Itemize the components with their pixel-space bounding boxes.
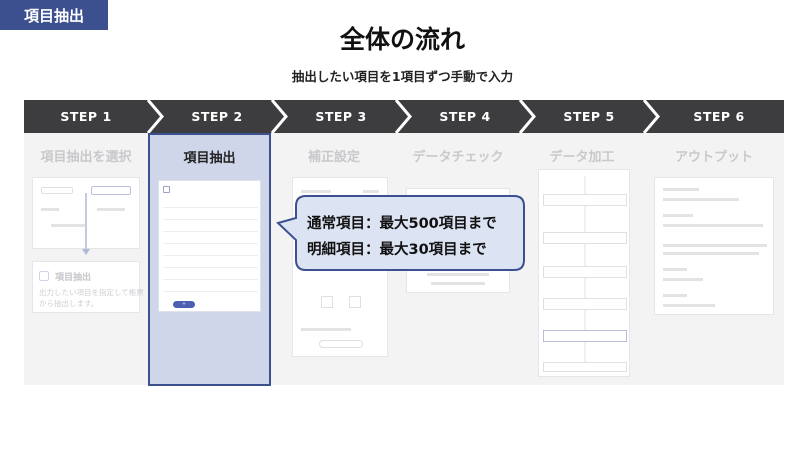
step-label-4: STEP 4 <box>439 109 491 124</box>
steps-bar: STEP 1 STEP 2 STEP 3 STEP 4 STEP 5 STEP … <box>24 100 784 133</box>
column-heading-2: 項目抽出 <box>183 151 236 166</box>
step-label-2: STEP 2 <box>191 109 243 124</box>
step-label-5: STEP 5 <box>563 109 615 124</box>
step1-card: 項目抽出 出力したい項目を指定して帳票 から抽出します。 <box>32 261 144 313</box>
callout-line-1: 通常項目：最大500項目まで <box>307 216 497 232</box>
column-step-1: 項目抽出を選択 項目抽出 出力したい項目を指定して帳票 から抽出します。 <box>24 133 148 385</box>
column-heading-4: データチェック <box>412 150 504 165</box>
step-label-1: STEP 1 <box>60 109 112 124</box>
page-subtitle: 抽出したい項目を1項目ずつ手動で入力 <box>291 69 514 84</box>
step1-card-desc-2: から抽出します。 <box>39 299 99 308</box>
add-item-button-preview: + <box>173 301 195 308</box>
step1-card-title: 項目抽出 <box>55 273 92 283</box>
column-step-5: データ加工 <box>520 133 644 385</box>
column-heading-3: 補正設定 <box>307 150 360 165</box>
callout-shape <box>276 195 525 271</box>
step1-card-desc-1: 出力したい項目を指定して帳票 <box>39 288 144 297</box>
extract-icon <box>163 186 170 193</box>
column-heading-6: アウトプット <box>674 150 753 165</box>
extract-icon <box>39 271 49 281</box>
step-label-6: STEP 6 <box>693 109 745 124</box>
step2-screen-preview: + <box>158 180 261 312</box>
column-heading-5: データ加工 <box>549 150 615 165</box>
column-step-6: アウトプット <box>644 133 784 385</box>
step5-screen-preview <box>538 169 630 377</box>
callout-bubble: 通常項目：最大500項目まで 明細項目：最大30項目まで <box>276 194 526 272</box>
callout-line-2: 明細項目：最大30項目まで <box>307 242 487 258</box>
step-label-3: STEP 3 <box>315 109 367 124</box>
step6-screen-preview <box>654 177 774 315</box>
step1-arrow <box>82 193 90 255</box>
page-title: 全体の流れ <box>339 25 465 54</box>
column-step-2-active: 項目抽出 + <box>148 133 271 386</box>
